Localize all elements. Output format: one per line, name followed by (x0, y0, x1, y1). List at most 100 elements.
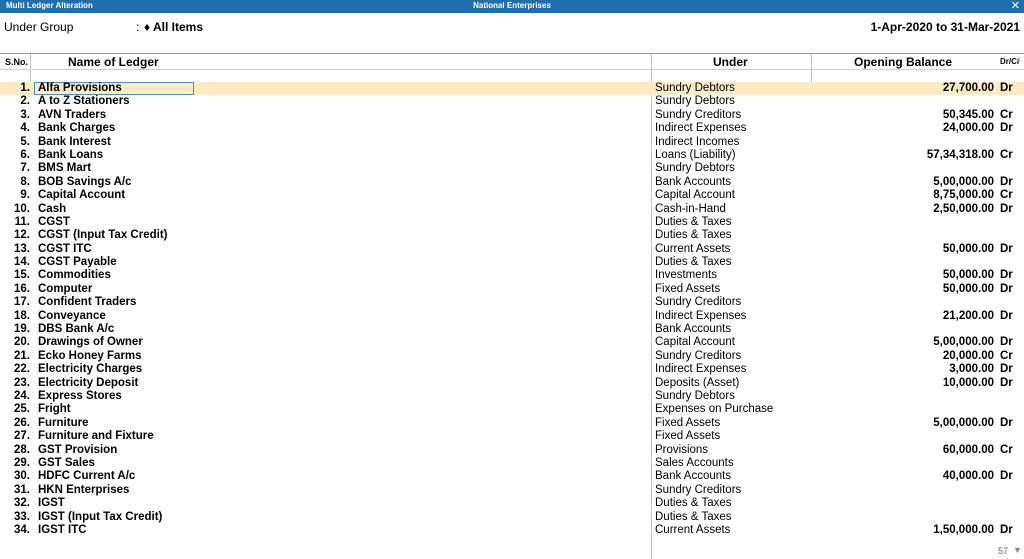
dr-cr-indicator[interactable]: Dr (1000, 470, 1013, 483)
dr-cr-indicator[interactable]: Dr (1000, 203, 1013, 216)
ledger-group[interactable]: Indirect Expenses (655, 363, 746, 376)
table-row[interactable]: 24. Express Stores Sundry Debtors (0, 390, 1024, 403)
opening-balance[interactable]: 5,00,000.00 (844, 336, 994, 349)
ledger-name[interactable]: Furniture and Fixture (38, 430, 154, 443)
dr-cr-indicator[interactable]: Dr (1000, 310, 1013, 323)
dr-cr-indicator[interactable]: Dr (1000, 417, 1013, 430)
table-row[interactable]: 28. GST Provision Provisions 60,000.00 Cr (0, 444, 1024, 457)
dr-cr-indicator[interactable]: Dr (1000, 82, 1013, 95)
table-row[interactable]: 31. HKN Enterprises Sundry Creditors (0, 484, 1024, 497)
table-row[interactable]: 6. Bank Loans Loans (Liability) 57,34,318.0… (0, 149, 1024, 162)
under-group-value[interactable]: ♦ All Items (144, 20, 203, 34)
ledger-name[interactable]: Ecko Honey Farms (38, 350, 142, 363)
ledger-group[interactable]: Provisions (655, 444, 708, 457)
table-row[interactable]: 2. A to Z Stationers Sundry Debtors (0, 95, 1024, 108)
ledger-group[interactable]: Sundry Debtors (655, 95, 735, 108)
dr-cr-indicator[interactable]: Dr (1000, 122, 1013, 135)
table-row[interactable]: 14. CGST Payable Duties & Taxes (0, 256, 1024, 269)
dr-cr-indicator[interactable]: Dr (1000, 176, 1013, 189)
ledger-group[interactable]: Investments (655, 269, 717, 282)
opening-balance[interactable]: 5,00,000.00 (844, 176, 994, 189)
ledger-group[interactable]: Duties & Taxes (655, 229, 732, 242)
ledger-name[interactable]: Drawings of Owner (38, 336, 143, 349)
table-row[interactable]: 5. Bank Interest Indirect Incomes (0, 136, 1024, 149)
ledger-group[interactable]: Fixed Assets (655, 430, 720, 443)
ledger-name[interactable]: DBS Bank A/c (38, 323, 114, 336)
ledger-group[interactable]: Duties & Taxes (655, 216, 732, 229)
ledger-group[interactable]: Fixed Assets (655, 283, 720, 296)
ledger-group[interactable]: Sundry Debtors (655, 390, 735, 403)
ledger-group[interactable]: Sundry Debtors (655, 162, 735, 175)
opening-balance[interactable]: 24,000.00 (844, 122, 994, 135)
ledger-name[interactable]: Bank Interest (38, 136, 111, 149)
ledger-group[interactable]: Duties & Taxes (655, 511, 732, 524)
ledger-name[interactable]: A to Z Stationers (38, 95, 130, 108)
ledger-group[interactable]: Sundry Creditors (655, 109, 741, 122)
ledger-group[interactable]: Bank Accounts (655, 176, 731, 189)
opening-balance[interactable]: 21,200.00 (844, 310, 994, 323)
ledger-name[interactable]: HDFC Current A/c (38, 470, 135, 483)
ledger-name[interactable]: HKN Enterprises (38, 484, 129, 497)
ledger-group[interactable]: Bank Accounts (655, 323, 731, 336)
ledger-name[interactable]: Electricity Deposit (38, 377, 138, 390)
table-row[interactable]: 32. IGST Duties & Taxes (0, 497, 1024, 510)
ledger-group[interactable]: Sundry Creditors (655, 484, 741, 497)
ledger-name[interactable]: CGST Payable (38, 256, 117, 269)
ledger-group[interactable]: Sundry Creditors (655, 296, 741, 309)
table-row[interactable]: 17. Confident Traders Sundry Creditors (0, 296, 1024, 309)
ledger-name[interactable]: IGST (Input Tax Credit) (38, 511, 162, 524)
opening-balance[interactable]: 27,700.00 (844, 82, 994, 95)
ledger-group[interactable]: Expenses on Purchase (655, 403, 773, 416)
table-row[interactable]: 30. HDFC Current A/c Bank Accounts 40,000.0… (0, 470, 1024, 483)
table-row[interactable]: 21. Ecko Honey Farms Sundry Creditors 20,00… (0, 350, 1024, 363)
opening-balance[interactable]: 10,000.00 (844, 377, 994, 390)
ledger-name[interactable]: Furniture (38, 417, 88, 430)
table-row[interactable]: 15. Commodities Investments 50,000.00 Dr (0, 269, 1024, 282)
ledger-name[interactable]: Conveyance (38, 310, 106, 323)
scroll-up-icon[interactable]: ▲ (1013, 56, 1024, 66)
ledger-name[interactable]: Commodities (38, 269, 111, 282)
table-row[interactable]: 1. Alfa Provisions Sundry Debtors 27,700.00… (0, 82, 1024, 96)
dr-cr-indicator[interactable]: Dr (1000, 363, 1013, 376)
table-row[interactable]: 18. Conveyance Indirect Expenses 21,200.00 D… (0, 310, 1024, 323)
ledger-name[interactable]: CGST ITC (38, 243, 92, 256)
table-row[interactable]: 13. CGST ITC Current Assets 50,000.00 Dr (0, 243, 1024, 256)
dr-cr-indicator[interactable]: Cr (1000, 350, 1013, 363)
ledger-group[interactable]: Capital Account (655, 189, 735, 202)
table-row[interactable]: 3. AVN Traders Sundry Creditors 50,345.00 Cr (0, 109, 1024, 122)
dr-cr-indicator[interactable]: Cr (1000, 149, 1013, 162)
ledger-name[interactable]: Bank Loans (38, 149, 103, 162)
ledger-name[interactable]: Bank Charges (38, 122, 115, 135)
dr-cr-indicator[interactable]: Cr (1000, 109, 1013, 122)
opening-balance[interactable]: 50,000.00 (844, 283, 994, 296)
table-row[interactable]: 8. BOB Savings A/c Bank Accounts 5,00,000.0… (0, 176, 1024, 189)
ledger-name[interactable]: Alfa Provisions (38, 82, 122, 95)
table-row[interactable]: 4. Bank Charges Indirect Expenses 24,000.00… (0, 122, 1024, 135)
opening-balance[interactable]: 50,345.00 (844, 109, 994, 122)
ledger-group[interactable]: Duties & Taxes (655, 256, 732, 269)
ledger-group[interactable]: Deposits (Asset) (655, 377, 739, 390)
dr-cr-indicator[interactable]: Dr (1000, 377, 1013, 390)
scroll-down-icon[interactable]: ▼ (1013, 545, 1022, 555)
opening-balance[interactable]: 8,75,000.00 (844, 189, 994, 202)
ledger-name[interactable]: CGST (Input Tax Credit) (38, 229, 167, 242)
ledger-group[interactable]: Indirect Incomes (655, 136, 739, 149)
ledger-name[interactable]: Cash (38, 203, 66, 216)
table-row[interactable]: 33. IGST (Input Tax Credit) Duties & Taxes (0, 511, 1024, 524)
table-row[interactable]: 23. Electricity Deposit Deposits (Asset) 10… (0, 377, 1024, 390)
ledger-group[interactable]: Loans (Liability) (655, 149, 736, 162)
table-row[interactable]: 34. IGST ITC Current Assets 1,50,000.00 Dr (0, 524, 1024, 537)
close-icon[interactable]: ✕ (1011, 0, 1020, 12)
table-row[interactable]: 20. Drawings of Owner Capital Account 5,00,… (0, 336, 1024, 349)
ledger-group[interactable]: Sundry Creditors (655, 350, 741, 363)
ledger-name[interactable]: AVN Traders (38, 109, 106, 122)
ledger-name[interactable]: GST Sales (38, 457, 95, 470)
table-row[interactable]: 25. Fright Expenses on Purchase (0, 403, 1024, 416)
ledger-group[interactable]: Sundry Debtors (655, 82, 735, 95)
ledger-group[interactable]: Indirect Expenses (655, 310, 746, 323)
opening-balance[interactable]: 57,34,318.00 (844, 149, 994, 162)
opening-balance[interactable]: 1,50,000.00 (844, 524, 994, 537)
dr-cr-indicator[interactable]: Dr (1000, 524, 1013, 537)
ledger-name[interactable]: Fright (38, 403, 71, 416)
opening-balance[interactable]: 50,000.00 (844, 243, 994, 256)
